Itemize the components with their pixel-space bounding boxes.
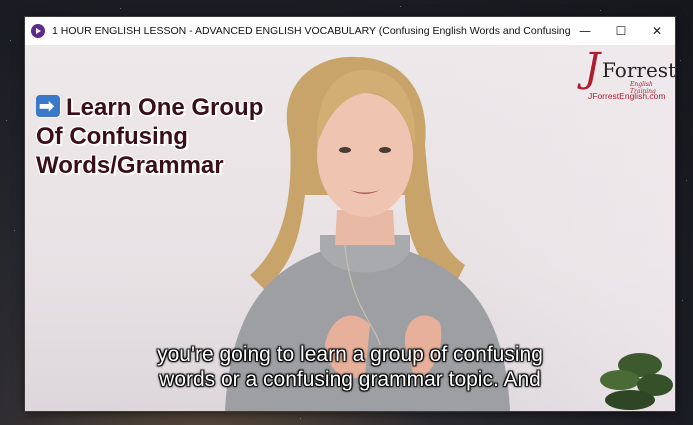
logo-name: Forrest [602, 58, 675, 82]
media-player-icon [31, 24, 45, 38]
video-frame[interactable]: Learn One Group Of Confusing Words/Gramm… [25, 45, 675, 411]
right-arrow-icon [36, 92, 60, 121]
video-player-window: 1 HOUR ENGLISH LESSON - ADVANCED ENGLISH… [25, 17, 675, 411]
window-title: 1 HOUR ENGLISH LESSON - ADVANCED ENGLISH… [52, 25, 572, 37]
lesson-heading: Learn One Group Of Confusing Words/Gramm… [36, 92, 326, 180]
close-button[interactable]: ✕ [639, 17, 675, 45]
heading-line-2: Of Confusing [36, 123, 188, 150]
channel-logo: J Forrest English Training JForrestEngli… [580, 45, 675, 108]
maximize-button[interactable]: ☐ [603, 17, 639, 45]
video-subtitles: you're going to learn a group of confusi… [25, 342, 675, 392]
logo-url: JForrestEnglish.com [588, 91, 666, 101]
logo-initial: J [584, 45, 601, 91]
title-bar[interactable]: 1 HOUR ENGLISH LESSON - ADVANCED ENGLISH… [25, 17, 675, 45]
minimize-icon: — [579, 24, 591, 38]
heading-line-3: Words/Grammar [36, 152, 224, 179]
maximize-icon: ☐ [615, 24, 627, 38]
close-icon: ✕ [651, 24, 663, 38]
heading-line-1: Learn One Group [66, 94, 264, 121]
subtitle-line-2: words or a confusing grammar topic. And [159, 368, 541, 391]
subtitle-line-1: you're going to learn a group of confusi… [157, 343, 543, 366]
minimize-button[interactable]: — [567, 17, 603, 45]
